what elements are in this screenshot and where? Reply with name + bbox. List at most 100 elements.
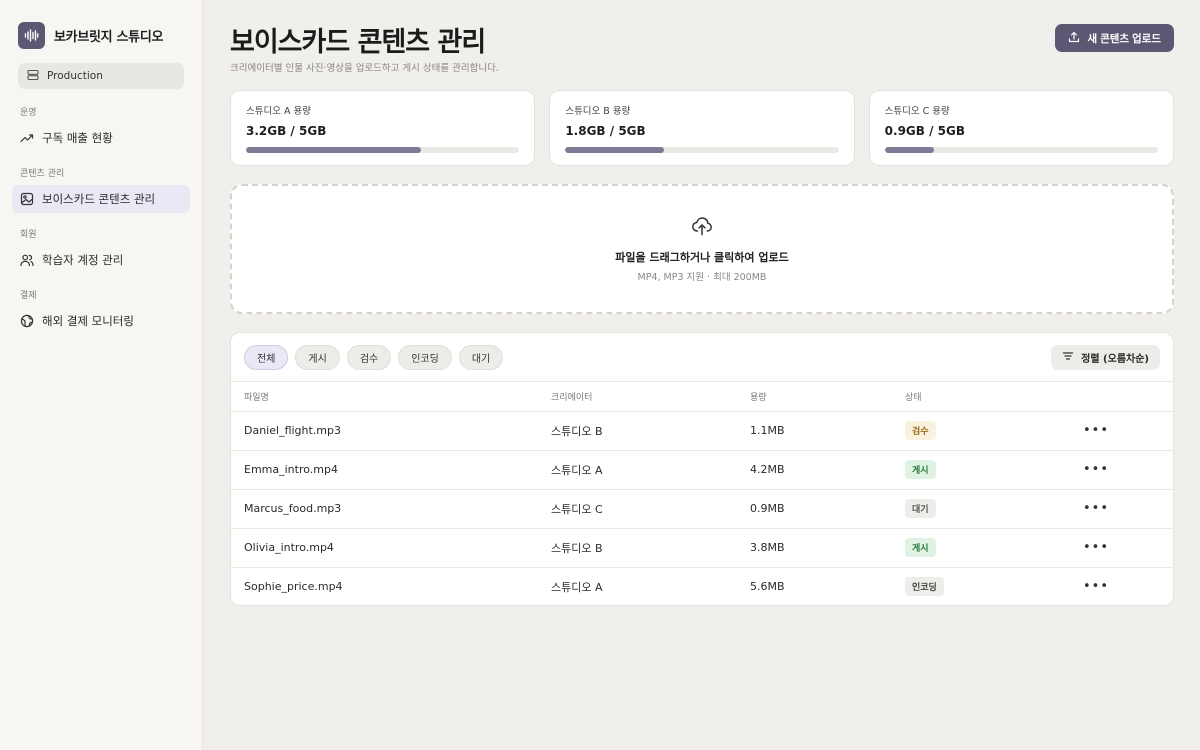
table-header-row: 파일명 크리에이터 용량 상태 — [231, 382, 1173, 412]
column-header-size[interactable]: 용량 — [737, 382, 892, 412]
status-cell: 게시 — [892, 528, 1070, 568]
progress-fill — [246, 147, 421, 153]
users-icon — [20, 253, 34, 267]
stat-label: 스튜디오 B 용량 — [565, 106, 631, 117]
actions-cell: ••• — [1070, 489, 1173, 529]
more-icon[interactable]: ••• — [1083, 462, 1109, 477]
stat-card-studio-a: 스튜디오 A 용량 3.2GB / 5GB — [230, 90, 536, 166]
more-icon[interactable]: ••• — [1083, 540, 1109, 555]
brand[interactable]: 보카브릿지 스튜디오 — [12, 20, 190, 50]
server-icon — [27, 69, 41, 83]
table-row[interactable]: Marcus_food.mp3 스튜디오 C 0.9MB 대기 ••• — [231, 489, 1173, 529]
status-badge: 대기 — [905, 499, 936, 518]
upload-button-label: 새 콘텐츠 업로드 — [1087, 32, 1161, 45]
status-cell: 게시 — [892, 450, 1070, 490]
progress-fill — [884, 147, 934, 153]
storage-progress-bar — [565, 147, 839, 153]
file-name: Olivia_intro.mp4 — [231, 528, 538, 568]
more-icon[interactable]: ••• — [1083, 423, 1109, 438]
creator: 스튜디오 B — [538, 411, 737, 451]
creator: 스튜디오 C — [538, 489, 737, 529]
environment-select[interactable]: Production — [18, 63, 184, 89]
stat-card-studio-b: 스튜디오 B 용량 1.8GB / 5GB — [549, 90, 855, 166]
filter-published[interactable]: 게시 — [295, 344, 340, 370]
stat-value: 1.8GB / 5GB — [565, 124, 646, 138]
stat-card-studio-c: 스튜디오 C 용량 0.9GB / 5GB — [868, 90, 1174, 166]
file-size: 3.8MB — [737, 528, 892, 568]
column-header-status[interactable]: 상태 — [892, 382, 1070, 412]
cloud-upload-icon — [691, 216, 713, 240]
filter-all[interactable]: 전체 — [244, 344, 289, 370]
nav-item-overseas-payments[interactable]: 해외 결제 모니터링 — [12, 307, 190, 335]
file-size: 1.1MB — [737, 411, 892, 451]
sort-button[interactable]: 정렬 (오름차순) — [1051, 344, 1160, 370]
nav-heading: 콘텐츠 관리 — [20, 169, 65, 179]
stat-label: 스튜디오 C 용량 — [884, 106, 950, 117]
dropzone-subtitle: MP4, MP3 지원 · 최대 200MB — [637, 271, 767, 283]
creator: 스튜디오 A — [551, 580, 603, 594]
file-size: 4.2MB — [737, 450, 892, 490]
actions-cell: ••• — [1070, 567, 1173, 605]
brand-name: 보카브릿지 스튜디오 — [54, 29, 164, 45]
filter-review[interactable]: 검수 — [346, 344, 392, 370]
table-row[interactable]: Daniel_flight.mp3 스튜디오 B 1.1MB 검수 ••• — [231, 411, 1173, 451]
status-badge: 검수 — [905, 421, 936, 440]
nav-item-label: 학습자 계정 관리 — [42, 253, 124, 267]
storage-progress-bar — [246, 147, 520, 153]
sort-label: 정렬 (오름차순) — [1081, 353, 1149, 365]
nav-heading: 운영 — [20, 108, 37, 118]
file-size: 0.9MB — [737, 489, 892, 529]
creator: 스튜디오 B — [538, 528, 737, 568]
nav-item-label: 해외 결제 모니터링 — [42, 314, 134, 328]
filter-waiting[interactable]: 대기 — [458, 344, 504, 370]
status-badge: 게시 — [905, 460, 936, 479]
nav-heading: 회원 — [20, 230, 37, 240]
status-cell: 인코딩 — [892, 567, 1070, 605]
upload-dropzone[interactable]: 파일을 드래그하거나 클릭하여 업로드 MP4, MP3 지원 · 최대 200… — [230, 184, 1174, 314]
file-name: Marcus_food.mp3 — [231, 489, 538, 529]
more-icon[interactable]: ••• — [1083, 501, 1109, 516]
column-header-actions — [1070, 382, 1173, 412]
status-badge: 인코딩 — [905, 577, 944, 597]
file-name: Sophie_price.mp4 — [244, 580, 343, 594]
nav-item-subscription-revenue[interactable]: 구독 매출 현황 — [12, 124, 190, 152]
environment-label: Production — [47, 70, 103, 82]
nav-heading: 결제 — [20, 291, 37, 301]
status-badge: 게시 — [905, 538, 936, 557]
stat-value: 3.2GB / 5GB — [246, 124, 327, 138]
table-row[interactable]: Sophie_price.mp4 스튜디오 A 5.6MB 인코딩 ••• — [231, 567, 1173, 605]
nav-item-label: 구독 매출 현황 — [42, 131, 113, 145]
nav-item-learner-accounts[interactable]: 학습자 계정 관리 — [12, 246, 190, 274]
storage-progress-bar — [884, 147, 1158, 153]
dropzone-title: 파일을 드래그하거나 클릭하여 업로드 — [615, 250, 789, 264]
image-icon — [20, 192, 34, 206]
upload-icon — [1068, 31, 1082, 45]
stat-label: 스튜디오 A 용량 — [246, 106, 311, 117]
filter-lines-icon — [1062, 350, 1076, 364]
nav-section-operations: 운영 구독 매출 현황 — [12, 106, 190, 152]
filter-encoding[interactable]: 인코딩 — [398, 344, 452, 370]
actions-cell: ••• — [1070, 450, 1173, 490]
storage-stats: 스튜디오 A 용량 3.2GB / 5GB 스튜디오 B 용량 1.8GB / … — [230, 90, 1174, 166]
nav-section-content: 콘텐츠 관리 보이스카드 콘텐츠 관리 — [12, 167, 190, 213]
page-title: 보이스카드 콘텐츠 관리 — [230, 27, 486, 58]
waveform-icon — [18, 21, 45, 49]
nav-item-voicecard-content[interactable]: 보이스카드 콘텐츠 관리 — [12, 185, 190, 213]
table-row[interactable]: Emma_intro.mp4 스튜디오 A 4.2MB 게시 ••• — [231, 450, 1173, 490]
column-header-file[interactable]: 파일명 — [231, 382, 538, 412]
content-table-card: 전체 게시 검수 인코딩 대기 정렬 (오름차순) 파일명 크리에이터 용량 상… — [230, 332, 1174, 606]
nav-section-members: 회원 학습자 계정 관리 — [12, 228, 190, 274]
table-row[interactable]: Olivia_intro.mp4 스튜디오 B 3.8MB 게시 ••• — [231, 528, 1173, 568]
page-subtitle: 크리에이터별 인물 사진·영상을 업로드하고 게시 상태를 관리합니다. — [230, 63, 499, 74]
more-icon[interactable]: ••• — [1083, 579, 1109, 594]
stat-value: 0.9GB / 5GB — [884, 124, 965, 138]
table-toolbar: 전체 게시 검수 인코딩 대기 정렬 (오름차순) — [231, 333, 1173, 382]
column-header-creator[interactable]: 크리에이터 — [538, 382, 737, 412]
sidebar: 보카브릿지 스튜디오 Production 운영 구독 매출 현황 콘텐츠 관리 — [0, 0, 203, 750]
nav-section-payments: 결제 해외 결제 모니터링 — [12, 289, 190, 335]
actions-cell: ••• — [1070, 411, 1173, 451]
progress-fill — [565, 147, 664, 153]
new-content-upload-button[interactable]: 새 콘텐츠 업로드 — [1054, 24, 1174, 52]
trending-up-icon — [20, 131, 34, 145]
status-cell: 대기 — [892, 489, 1070, 529]
